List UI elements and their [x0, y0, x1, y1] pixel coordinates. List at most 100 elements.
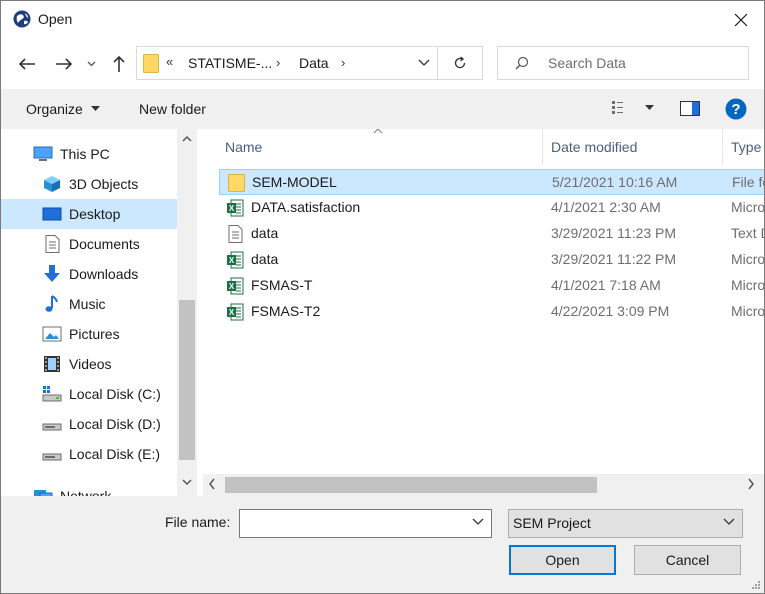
file-list: Name Date modified Type SEM-MODEL 5/21/2… [203, 129, 764, 474]
scrollbar-thumb[interactable] [179, 300, 195, 460]
chevron-left-icon[interactable] [208, 478, 215, 490]
sidebar-item-label: Network [60, 488, 112, 496]
file-type: Micro [731, 277, 764, 293]
file-name: SEM-MODEL [252, 174, 337, 190]
cube-icon [44, 176, 60, 192]
close-button[interactable] [718, 1, 764, 39]
refresh-button[interactable] [437, 47, 482, 79]
column-divider[interactable] [722, 129, 723, 165]
excel-icon: X [227, 251, 244, 269]
sidebar-item-label: Pictures [69, 326, 120, 342]
chevron-right-icon[interactable]: › [276, 55, 280, 70]
column-header-type[interactable]: Type [731, 139, 761, 155]
file-date: 4/1/2021 2:30 AM [551, 199, 661, 215]
organize-label: Organize [26, 101, 83, 117]
file-row-fsmas-t2[interactable]: X FSMAS-T2 4/22/2021 3:09 PM Micro [219, 299, 764, 325]
sidebar-item-documents[interactable]: Documents [1, 229, 177, 259]
sidebar-item-downloads[interactable]: Downloads [1, 259, 177, 289]
file-row-data-text[interactable]: data 3/29/2021 11:23 PM Text D [219, 221, 764, 247]
drive-icon [42, 423, 62, 431]
dialog-footer: File name: SEM Project Open Cancel [1, 496, 764, 593]
scrollbar-thumb[interactable] [225, 477, 597, 493]
open-button[interactable]: Open [509, 545, 616, 575]
chevron-down-icon[interactable] [472, 518, 484, 526]
refresh-icon [454, 56, 466, 69]
address-bar[interactable]: « STATISME-... › Data › [136, 46, 483, 80]
sidebar-item-label: Documents [69, 236, 140, 252]
sidebar-item-videos[interactable]: Videos [1, 349, 177, 379]
search-box[interactable] [497, 46, 749, 80]
sidebar-item-label: Local Disk (D:) [69, 416, 161, 432]
open-dialog: Open « STATISME-... › Data › Search Data… [0, 0, 765, 594]
chevron-right-icon[interactable]: › [341, 55, 345, 70]
file-row-sem-model[interactable]: SEM-MODEL 5/21/2021 10:16 AM File fo [219, 169, 764, 195]
file-row-data-satisfaction[interactable]: X DATA.satisfaction 4/1/2021 2:30 AM Mic… [219, 195, 764, 221]
help-icon: ? [725, 98, 747, 120]
preview-pane-button[interactable] [680, 101, 700, 119]
change-view-button[interactable] [611, 99, 654, 118]
chevron-down-icon [87, 61, 95, 67]
file-name: DATA.satisfaction [251, 199, 361, 215]
sidebar-item-music[interactable]: Music [1, 289, 177, 319]
cancel-button[interactable]: Cancel [634, 545, 741, 575]
sidebar-item-local-disk-c[interactable]: Local Disk (C:) [1, 379, 177, 409]
file-row-data-excel[interactable]: X data 3/29/2021 11:22 PM Micro [219, 247, 764, 273]
file-name-combobox[interactable] [239, 509, 492, 538]
breadcrumb-statisme[interactable]: STATISME-... [188, 55, 272, 71]
forward-button[interactable] [52, 52, 76, 76]
up-button[interactable] [107, 52, 131, 76]
breadcrumb-overflow[interactable]: « [166, 54, 173, 69]
sidebar-item-desktop[interactable]: Desktop [1, 199, 177, 229]
caret-down-icon [90, 106, 100, 111]
caret-down-icon [644, 105, 654, 110]
search-icon [515, 56, 529, 70]
sort-ascending-icon [373, 129, 383, 134]
back-button[interactable] [15, 52, 39, 76]
file-name-input[interactable] [244, 513, 464, 534]
file-type: Text D [731, 225, 764, 241]
excel-icon: X [227, 199, 244, 217]
chevron-up-icon[interactable] [182, 135, 192, 142]
sidebar-item-local-disk-e[interactable]: Local Disk (E:) [1, 439, 177, 469]
new-folder-button[interactable]: New folder [139, 101, 206, 117]
file-type: Micro [731, 251, 764, 267]
chevron-right-icon[interactable] [748, 478, 755, 490]
sidebar-item-this-pc[interactable]: This PC [1, 139, 177, 169]
sidebar-item-label: Videos [69, 356, 112, 372]
desktop-icon [42, 207, 62, 221]
list-view-icon [612, 101, 623, 114]
column-header-name[interactable]: Name [225, 139, 262, 155]
column-divider[interactable] [542, 129, 543, 165]
navigation-bar: « STATISME-... › Data › [1, 39, 764, 89]
preview-pane-icon [680, 101, 700, 116]
file-row-fsmas-t[interactable]: X FSMAS-T 4/1/2021 7:18 AM Micro [219, 273, 764, 299]
excel-icon: X [227, 303, 244, 321]
resize-grip-icon[interactable] [751, 580, 761, 590]
chevron-down-icon[interactable] [182, 479, 192, 486]
sidebar-item-3d-objects[interactable]: 3D Objects [1, 169, 177, 199]
network-icon [34, 490, 53, 496]
file-list-horizontal-scrollbar[interactable] [203, 474, 764, 496]
film-icon [44, 356, 60, 372]
text-file-icon [228, 225, 243, 243]
file-type-select[interactable]: SEM Project [508, 509, 743, 538]
sidebar-item-local-disk-d[interactable]: Local Disk (D:) [1, 409, 177, 439]
recent-locations-button[interactable] [81, 52, 101, 76]
command-bar: Organize New folder ? [1, 89, 764, 129]
sidebar-item-network[interactable]: Network [1, 481, 177, 496]
navigation-pane-scrollbar[interactable] [177, 129, 197, 496]
arrow-right-icon [56, 58, 73, 70]
column-header-date-modified[interactable]: Date modified [551, 139, 637, 155]
help-button[interactable]: ? [725, 98, 747, 123]
svg-text:X: X [229, 204, 235, 213]
sidebar-item-label: Desktop [69, 206, 121, 222]
sidebar-item-label: Local Disk (C:) [69, 386, 161, 402]
svg-text:X: X [229, 282, 235, 291]
search-input[interactable] [548, 47, 738, 79]
sidebar-item-pictures[interactable]: Pictures [1, 319, 177, 349]
chevron-down-icon[interactable] [418, 55, 430, 69]
organize-menu[interactable]: Organize [26, 101, 100, 117]
breadcrumb-data[interactable]: Data [299, 55, 329, 71]
sidebar-item-label: 3D Objects [69, 176, 139, 192]
svg-text:X: X [229, 256, 235, 265]
